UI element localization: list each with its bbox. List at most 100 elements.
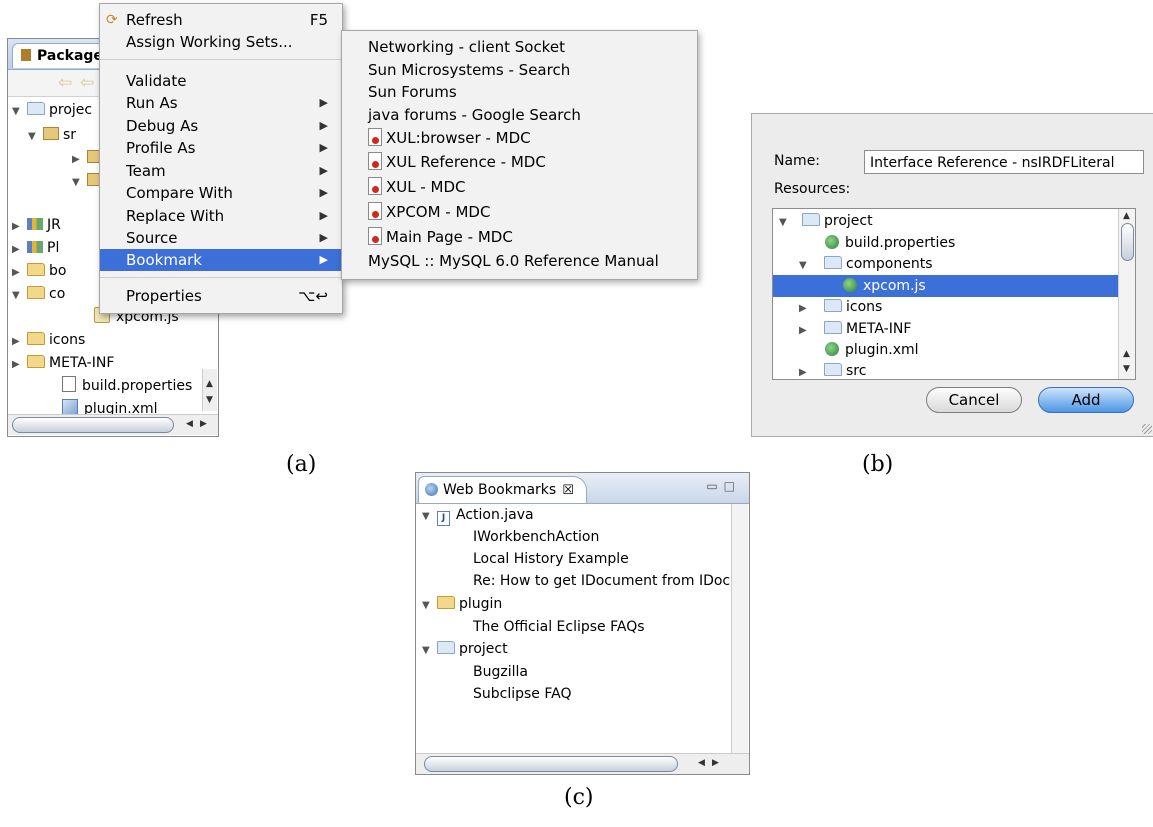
cancel-button[interactable]: Cancel <box>926 387 1022 413</box>
collapsed-triangle-icon[interactable]: ▶ <box>799 362 809 379</box>
scroll-down-arrow-icon[interactable]: ▼ <box>206 395 213 405</box>
scroll-right-arrow-icon[interactable]: ▶ <box>200 419 207 429</box>
collapsed-triangle-icon[interactable]: ▶ <box>12 239 22 261</box>
menu-item-refresh[interactable]: ⟳ Refresh F5 <box>100 9 342 31</box>
expanded-triangle-icon[interactable]: ▼ <box>779 212 789 234</box>
scroll-thumb[interactable] <box>1121 223 1134 261</box>
vertical-scrollbar[interactable] <box>731 504 748 754</box>
expanded-triangle-icon[interactable]: ▼ <box>28 126 38 148</box>
menu-item-compare-with[interactable]: Compare With ▶ <box>100 182 342 204</box>
bookmark-item[interactable]: Re: How to get IDocument from IDocu <box>473 570 739 592</box>
tree-item-plugin-deps[interactable]: ▶ Pl <box>12 237 59 259</box>
expanded-triangle-icon[interactable]: ▼ <box>422 595 432 617</box>
tree-item-plugin-xml[interactable]: plugin.xml <box>773 339 1135 361</box>
bookmark-item[interactable]: Sun Forums <box>368 81 457 103</box>
bookmark-item[interactable]: Local History Example <box>473 548 629 570</box>
back-arrow-icon[interactable]: ⇦ <box>58 73 72 93</box>
bookmark-item[interactable]: XPCOM - MDC <box>368 201 490 223</box>
collapsed-triangle-icon[interactable]: ▶ <box>12 216 22 238</box>
collapsed-triangle-icon[interactable]: ▶ <box>12 354 22 376</box>
tree-item-src[interactable]: ▼ sr <box>28 124 76 146</box>
tree-item-components[interactable]: ▼ co <box>12 283 65 305</box>
menu-item-validate[interactable]: Validate <box>100 70 342 92</box>
tree-item-label: Pl <box>47 240 60 256</box>
resources-tree[interactable]: ▼ project build.properties ▼ components xp… <box>772 208 1136 380</box>
tree-item-project[interactable]: ▼ projec <box>12 99 92 121</box>
menu-item-run-as[interactable]: Run As ▶ <box>100 92 342 114</box>
tree-item-label: project <box>459 641 508 657</box>
scroll-up-arrow-icon[interactable]: ▲ <box>1123 211 1130 221</box>
menu-item-assign-working-sets[interactable]: Assign Working Sets... <box>100 31 342 53</box>
tree-item-build-properties[interactable]: build.properties <box>62 375 192 397</box>
web-bookmarks-tab[interactable]: Web Bookmarks ☒ <box>418 476 587 503</box>
scroll-left-arrow-icon[interactable]: ◀ <box>186 419 193 429</box>
bookmark-item[interactable]: Networking - client Socket <box>368 36 565 58</box>
scroll-thumb[interactable] <box>12 417 174 433</box>
menu-item-profile-as[interactable]: Profile As ▶ <box>100 137 342 159</box>
scroll-thumb[interactable] <box>424 756 678 772</box>
menu-item-team[interactable]: Team ▶ <box>100 160 342 182</box>
menu-item-label: Source <box>126 229 178 247</box>
tree-item-meta-inf[interactable]: ▶ META-INF <box>12 352 114 374</box>
maximize-icon[interactable]: □ <box>724 479 741 493</box>
expanded-triangle-icon[interactable]: ▼ <box>72 172 82 194</box>
collapsed-triangle-icon[interactable]: ▶ <box>72 149 82 171</box>
tree-item-xpcom-js[interactable]: xpcom.js <box>773 275 1119 297</box>
scroll-up-arrow-icon[interactable]: ▲ <box>206 379 213 389</box>
bookmark-item[interactable]: java forums - Google Search <box>368 104 581 126</box>
bookmark-item[interactable]: IWorkbenchAction <box>473 526 599 548</box>
expanded-triangle-icon[interactable]: ▼ <box>799 255 809 277</box>
horizontal-scrollbar[interactable]: ◀ ▶ <box>416 753 749 774</box>
collapsed-triangle-icon[interactable]: ▶ <box>12 331 22 353</box>
bookmark-item[interactable]: Sun Microsystems - Search <box>368 59 570 81</box>
menu-item-source[interactable]: Source ▶ <box>100 227 342 249</box>
bookmark-item[interactable]: XUL - MDC <box>368 176 466 198</box>
expanded-triangle-icon[interactable]: ▼ <box>12 101 22 123</box>
scroll-left-arrow-icon[interactable]: ◀ <box>698 758 705 768</box>
bookmark-item[interactable]: XUL:browser - MDC <box>368 127 531 149</box>
menu-item-properties[interactable]: Properties ⌥↩ <box>100 285 342 307</box>
menu-item-replace-with[interactable]: Replace With ▶ <box>100 205 342 227</box>
bookmark-item[interactable]: Bugzilla <box>473 661 528 683</box>
minimize-icon[interactable]: ▭ <box>706 479 723 493</box>
tree-item-plugin[interactable]: ▼ plugin <box>422 593 502 615</box>
resize-grip-icon[interactable] <box>1142 424 1152 434</box>
bookmark-submenu: Networking - client Socket Sun Microsyst… <box>341 30 698 280</box>
collapsed-triangle-icon[interactable]: ▶ <box>12 262 22 284</box>
tree-item-action-java[interactable]: ▼ J Action.java <box>422 504 534 526</box>
horizontal-scrollbar[interactable]: ◀ ▶ <box>8 414 218 435</box>
bookmark-item[interactable]: Subclipse FAQ <box>473 683 572 705</box>
tree-item-meta-inf[interactable]: ▶ META-INF <box>773 318 1135 340</box>
tree-item-src[interactable]: ▶ src <box>773 360 1135 379</box>
expanded-triangle-icon[interactable]: ▼ <box>422 506 432 528</box>
forward-arrow-icon[interactable]: ⇦ <box>80 73 94 93</box>
bookmark-item[interactable]: The Official Eclipse FAQs <box>473 616 645 638</box>
collapsed-triangle-icon[interactable]: ▶ <box>799 298 809 320</box>
menu-item-bookmark[interactable]: Bookmark ▶ <box>100 249 342 271</box>
bookmark-label: Subclipse FAQ <box>473 686 572 702</box>
bookmark-item[interactable]: XUL Reference - MDC <box>368 151 546 173</box>
menu-item-debug-as[interactable]: Debug As ▶ <box>100 115 342 137</box>
bookmark-item[interactable]: MySQL :: MySQL 6.0 Reference Manual <box>368 250 659 272</box>
add-button[interactable]: Add <box>1038 387 1134 413</box>
vertical-scrollbar[interactable]: ▲ ▲ ▼ <box>1118 209 1135 379</box>
expanded-triangle-icon[interactable]: ▼ <box>422 640 432 662</box>
scroll-down-arrow-icon[interactable]: ▼ <box>1123 364 1130 374</box>
name-field[interactable]: Interface Reference - nsIRDFLiteral <box>864 150 1144 174</box>
expanded-triangle-icon[interactable]: ▼ <box>12 285 22 307</box>
scroll-right-arrow-icon[interactable]: ▶ <box>712 758 719 768</box>
tree-item-jre[interactable]: ▶ JR <box>12 214 61 236</box>
tree-item-folder[interactable]: ▶ bo <box>12 260 66 282</box>
vertical-scrollbar[interactable]: ▲ ▼ <box>202 369 217 411</box>
tree-item-project[interactable]: ▼ project <box>422 638 508 660</box>
tree-item-icons[interactable]: ▶ icons <box>773 296 1135 320</box>
tree-item-build-properties[interactable]: build.properties <box>773 232 1135 254</box>
bookmark-item[interactable]: Main Page - MDC <box>368 226 513 248</box>
close-tab-icon[interactable]: ☒ <box>562 483 574 498</box>
package-explorer-tab[interactable]: Package <box>12 43 112 68</box>
tree-item-project[interactable]: ▼ project <box>773 210 1125 232</box>
tree-item-label: src <box>846 363 867 379</box>
tree-item-components[interactable]: ▼ components <box>773 253 1135 277</box>
scroll-up-arrow-icon[interactable]: ▲ <box>1123 349 1130 359</box>
tree-item-icons[interactable]: ▶ icons <box>12 329 85 351</box>
